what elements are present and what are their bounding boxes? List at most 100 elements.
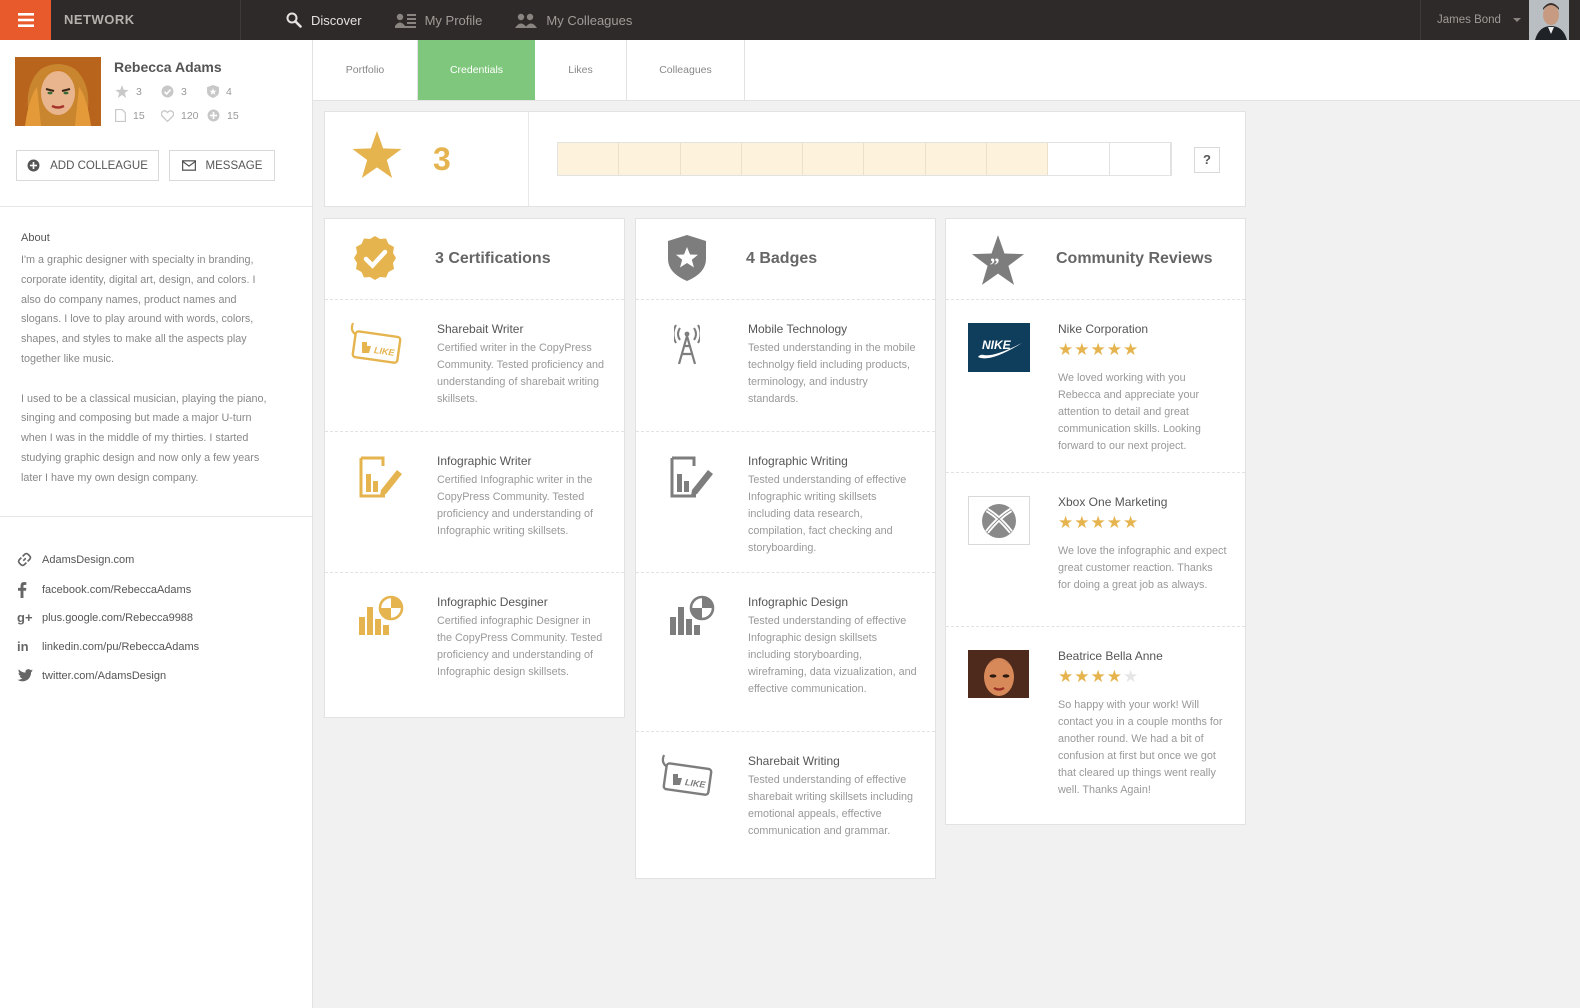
badges-panel: 4 Badges Mobile Technology Tested unders…	[635, 218, 936, 879]
nav-my-colleagues-label: My Colleagues	[546, 12, 633, 28]
progress-segment	[1048, 143, 1110, 175]
tab-colleagues[interactable]: Colleagues	[627, 40, 745, 100]
badge-shield-icon	[207, 85, 219, 98]
plus-circle-icon	[207, 109, 220, 122]
nav-my-profile-label: My Profile	[424, 12, 483, 28]
nav-discover[interactable]: Discover	[286, 12, 362, 28]
twitter-link[interactable]: twitter.com/AdamsDesign	[17, 669, 166, 682]
user-avatar[interactable]	[1529, 0, 1569, 40]
sidebar-divider	[0, 206, 312, 207]
tab-likes[interactable]: Likes	[535, 40, 627, 100]
infographic-writer-icon	[359, 456, 402, 498]
hamburger-menu-button[interactable]	[0, 0, 51, 40]
badge-item[interactable]: Mobile Technology Tested understanding i…	[636, 300, 935, 432]
score-value: 3	[433, 141, 451, 177]
tab-portfolio[interactable]: Portfolio	[313, 40, 418, 100]
stat-colleagues: 15	[207, 109, 239, 122]
badge-item[interactable]: LIKE Sharebait Writing Tested understand…	[636, 732, 935, 878]
help-button[interactable]: ?	[1194, 147, 1220, 173]
stat-stars: 3	[115, 85, 161, 98]
star-icon: ★	[1090, 340, 1106, 359]
star-icon: ★	[1090, 513, 1106, 532]
nav-my-profile[interactable]: My Profile	[394, 12, 483, 28]
review-item[interactable]: Beatrice Bella Anne ★ ★ ★ ★ ★ So happy with …	[946, 627, 1245, 824]
colleagues-icon	[515, 13, 538, 28]
document-icon	[115, 109, 126, 122]
hamburger-icon	[17, 13, 34, 27]
about-title: About	[21, 232, 50, 244]
main-nav: Discover My Profile My Colleagues	[286, 0, 665, 40]
reviews-header: ” Community Reviews	[946, 219, 1245, 300]
star-icon: ★	[1123, 667, 1139, 686]
chevron-down-icon	[1512, 18, 1521, 22]
envelope-icon	[181, 160, 196, 171]
progress-segment	[1109, 143, 1171, 175]
profile-portrait-icon	[15, 57, 101, 126]
star-icon: ★	[1106, 340, 1122, 359]
progress-segment	[680, 143, 742, 175]
rating-stars: ★ ★ ★ ★ ★	[1058, 341, 1139, 358]
infographic-writer-icon	[670, 456, 713, 498]
profile-stats-row-1: 3 3 4	[115, 85, 232, 98]
sidebar-divider	[0, 516, 312, 517]
star-icon: ★	[1106, 667, 1122, 686]
stat-documents: 15	[115, 109, 161, 122]
user-name: James Bond	[1437, 14, 1501, 26]
add-colleague-button[interactable]: ADD COLLEAGUE	[16, 150, 159, 181]
infographic-chart-icon	[670, 595, 715, 635]
stat-certifications: 3	[161, 85, 207, 98]
star-icon: ★	[1106, 513, 1122, 532]
google-plus-link[interactable]: g+ plus.google.com/Rebecca9988	[17, 610, 193, 625]
nav-my-colleagues[interactable]: My Colleagues	[515, 13, 632, 28]
certification-item[interactable]: Infographic Desginer Certified infograph…	[325, 573, 624, 717]
certification-item[interactable]: LIKE Sharebait Writer Certified writer i…	[325, 300, 624, 432]
badge-item[interactable]: Infographic Design Tested understanding …	[636, 573, 935, 732]
badge-item[interactable]: Infographic Writing Tested understanding…	[636, 432, 935, 573]
portrait-avatar	[968, 650, 1029, 698]
nav-discover-label: Discover	[311, 12, 362, 28]
xbox-logo	[968, 496, 1030, 545]
nike-logo: NIKE	[968, 323, 1030, 372]
review-item[interactable]: Xbox One Marketing ★ ★ ★ ★ ★ We love the inf…	[946, 473, 1245, 627]
profile-name: Rebecca Adams	[114, 59, 222, 75]
antenna-icon	[674, 324, 700, 364]
certifications-header: 3 Certifications	[325, 219, 624, 300]
certification-check-icon	[354, 236, 396, 280]
link-icon	[17, 552, 32, 567]
score-progress-bar	[557, 142, 1172, 176]
about-paragraph-2: I used to be a classical musician, playi…	[21, 392, 267, 484]
star-icon: ★	[1123, 513, 1139, 532]
message-button[interactable]: MESSAGE	[169, 150, 275, 181]
certification-check-icon	[161, 85, 174, 98]
search-icon	[286, 12, 302, 28]
star-icon: ★	[1090, 667, 1106, 686]
svg-text:LIKE: LIKE	[684, 777, 707, 790]
user-menu[interactable]: James Bond	[1420, 0, 1530, 40]
heart-icon	[161, 109, 174, 122]
star-icon: ★	[1058, 513, 1074, 532]
badge-shield-icon	[668, 235, 706, 281]
top-bar: NETWORK Discover My Profile My Colleague…	[0, 0, 1580, 40]
website-link[interactable]: AdamsDesign.com	[17, 552, 134, 567]
svg-text:LIKE: LIKE	[373, 345, 396, 358]
about-text: I'm a graphic designer with specialty in…	[21, 251, 276, 489]
facebook-icon	[18, 582, 27, 598]
rating-stars: ★ ★ ★ ★ ★	[1058, 668, 1139, 685]
twitter-icon	[17, 669, 33, 682]
certification-item[interactable]: Infographic Writer Certified Infographic…	[325, 432, 624, 573]
rating-stars: ★ ★ ★ ★ ★	[1058, 514, 1139, 531]
progress-segment	[987, 143, 1049, 175]
profile-sidebar: Rebecca Adams 3 3 4 15 120 15 ADD COLLEA…	[0, 40, 313, 1008]
linkedin-link[interactable]: in linkedin.com/pu/RebeccaAdams	[17, 639, 199, 654]
badges-header: 4 Badges	[636, 219, 935, 300]
review-item[interactable]: NIKE Nike Corporation ★ ★ ★ ★ ★ We loved wor…	[946, 300, 1245, 473]
reviews-title: Community Reviews	[1056, 250, 1213, 267]
progress-segment	[864, 143, 926, 175]
progress-segment	[925, 143, 988, 175]
about-paragraph-1: I'm a graphic designer with specialty in…	[21, 254, 256, 365]
tab-credentials[interactable]: Credentials	[418, 40, 535, 100]
profile-avatar[interactable]	[15, 57, 101, 126]
facebook-link[interactable]: facebook.com/RebeccaAdams	[17, 582, 191, 598]
progress-segment	[619, 143, 681, 175]
review-star-quote-icon: ”	[972, 235, 1024, 285]
